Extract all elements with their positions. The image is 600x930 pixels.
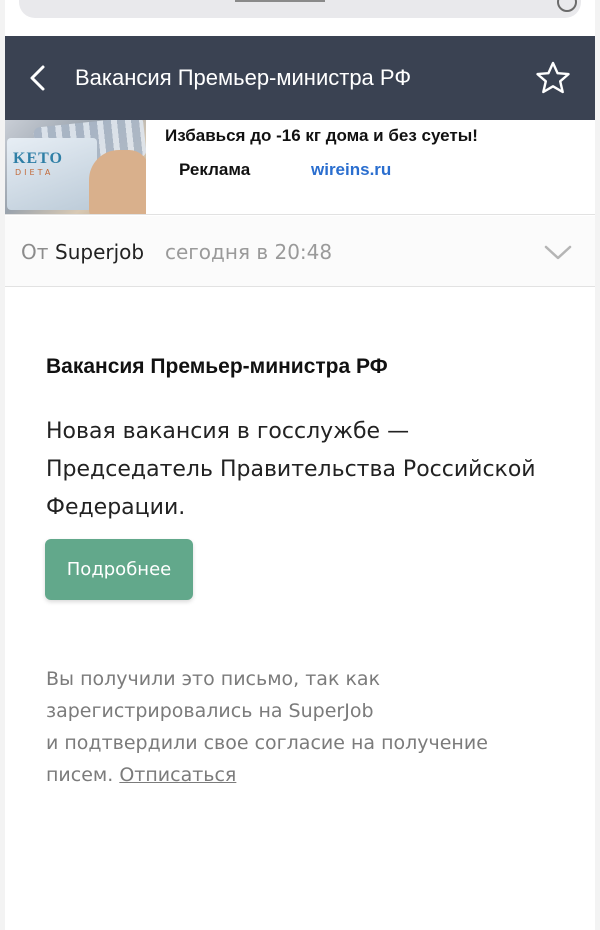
unsubscribe-link[interactable]: Отписаться bbox=[119, 764, 236, 786]
footer-line: писем. bbox=[46, 764, 114, 786]
sender-name[interactable]: Superjob bbox=[55, 216, 144, 288]
ad-image-subbrand: DIETA bbox=[15, 168, 54, 177]
mail-text: Новая вакансия в госслужбе — Председател… bbox=[46, 413, 586, 527]
mail-text-line: Новая вакансия в госслужбе — bbox=[46, 419, 410, 444]
ad-image-hand bbox=[89, 150, 146, 214]
star-icon[interactable] bbox=[535, 60, 571, 96]
back-arrow-icon[interactable] bbox=[27, 64, 51, 92]
search-field[interactable] bbox=[19, 0, 581, 18]
advertisement-banner[interactable]: KETO DIETA Избавься до -16 кг дома и без… bbox=[5, 120, 595, 214]
ad-image-brand: KETO bbox=[13, 150, 63, 167]
divider bbox=[5, 214, 595, 215]
mail-text-line: Председатель Правительства Российской bbox=[46, 457, 536, 482]
search-text-fragment bbox=[235, 0, 325, 2]
message-header-bar: Вакансия Премьер-министра РФ bbox=[5, 36, 595, 120]
ad-label: Реклама bbox=[179, 160, 251, 179]
mail-text-line: Федерации. bbox=[46, 495, 186, 520]
message-body: Вакансия Премьер-министра РФ Новая вакан… bbox=[5, 287, 595, 930]
message-time: сегодня в 20:48 bbox=[165, 240, 333, 264]
footer-notice: Вы получили это письмо, так как зарегист… bbox=[46, 663, 586, 791]
ad-image[interactable]: KETO DIETA bbox=[5, 120, 146, 214]
from-prefix: От bbox=[21, 240, 49, 264]
footer-line: Вы получили это письмо, так как bbox=[46, 668, 381, 690]
sender-row[interactable]: От Superjob сегодня в 20:48 bbox=[5, 216, 595, 286]
ad-domain-link[interactable]: wireins.ru bbox=[311, 160, 391, 180]
browser-search-bar[interactable] bbox=[5, 0, 595, 36]
ad-headline[interactable]: Избавься до -16 кг дома и без суеты! bbox=[165, 126, 478, 146]
message-subject-title: Вакансия Премьер-министра РФ bbox=[75, 65, 412, 90]
mail-title: Вакансия Премьер-министра РФ bbox=[46, 355, 388, 378]
mail-app-screen: Вакансия Премьер-министра РФ KETO DIETA … bbox=[5, 0, 595, 930]
details-button[interactable]: Подробнее bbox=[45, 539, 193, 600]
footer-line: зарегистрировались на SuperJob bbox=[46, 700, 374, 722]
chevron-down-icon[interactable] bbox=[543, 244, 573, 262]
footer-line: и подтвердили свое согласие на получение bbox=[46, 732, 488, 754]
